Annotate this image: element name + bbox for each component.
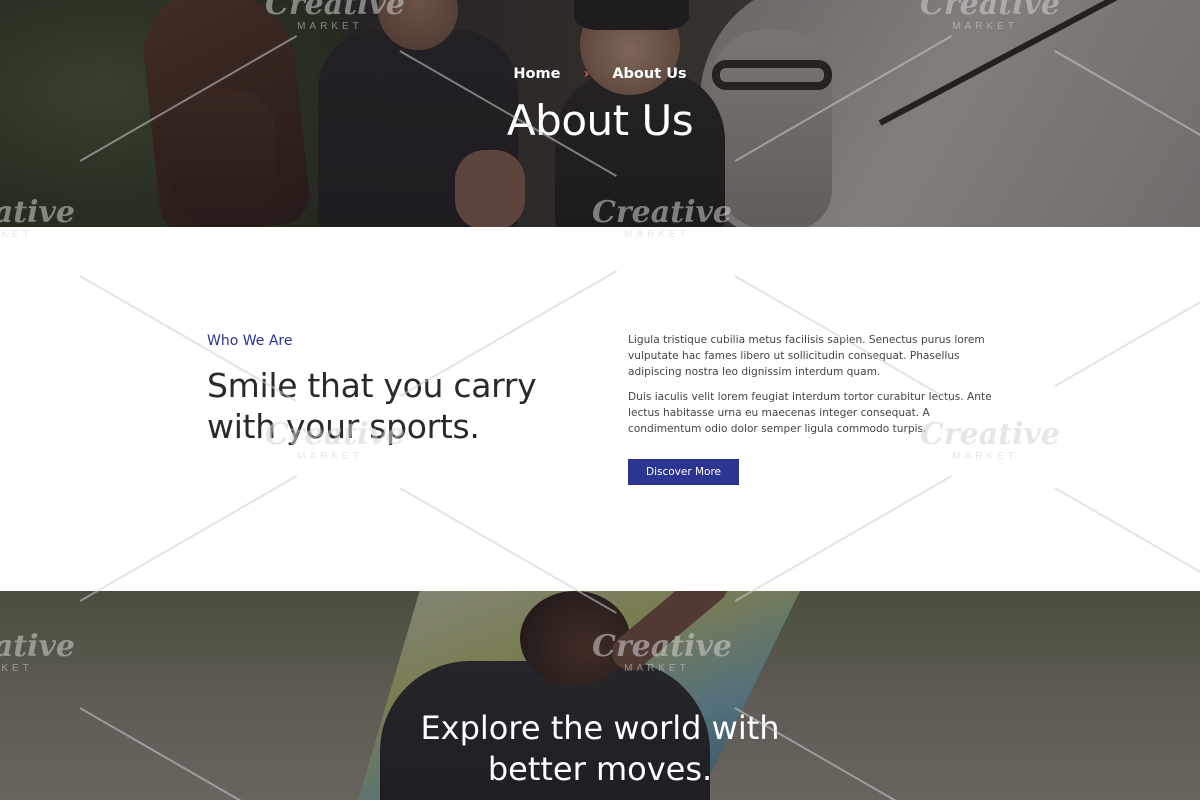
banner-title-text: Explore the world with better moves. <box>420 709 780 788</box>
about-paragraph: Ligula tristique cubilia metus facilisis… <box>628 334 985 378</box>
chevron-right-icon: › <box>583 66 590 82</box>
breadcrumb: Home › About Us <box>0 66 1200 82</box>
page-title: About Us <box>506 96 694 145</box>
cta-banner: Explore the world with better moves. <box>0 591 1200 800</box>
about-copy: Ligula tristique cubilia metus facilisis… <box>628 332 993 446</box>
about-section: Who We Are Smile that you carry with you… <box>0 227 1200 591</box>
breadcrumb-home-link[interactable]: Home <box>513 66 560 82</box>
banner-title: Explore the world with better moves. <box>0 708 1200 790</box>
section-eyebrow: Who We Are <box>207 333 293 349</box>
discover-more-button[interactable]: Discover More <box>628 459 739 485</box>
hero-banner: Home › About Us About Us <box>0 0 1200 227</box>
about-paragraph: Duis iaculis velit lorem feugiat interdu… <box>628 391 992 435</box>
section-headline: Smile that you carry with your sports. <box>207 366 537 446</box>
breadcrumb-current: About Us <box>612 66 687 82</box>
